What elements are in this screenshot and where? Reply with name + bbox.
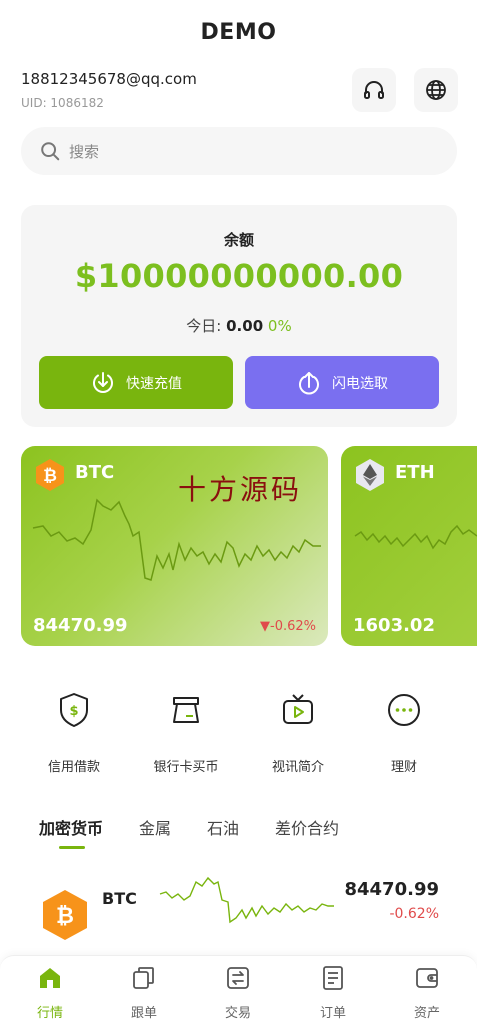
today-label: 今日: [186,317,222,335]
quick-action-label: 视讯简介 [271,760,324,775]
coin-change: ▼-0.62% [260,619,316,634]
row-change: -0.62% [389,906,439,922]
app-title: DEMO [200,20,277,45]
tab-metals[interactable]: 金属 [139,815,171,839]
tab-oil[interactable]: 石油 [207,815,239,839]
order-icon [323,966,343,990]
withdraw-button[interactable]: 闪电选取 [245,356,439,409]
bitcoin-icon: ₿ [36,459,64,491]
coin-price: 1603.02 [353,615,435,636]
nav-item-copy-trade[interactable]: 跟单 [114,964,174,1021]
quick-action-video-intro[interactable]: 视讯简介 [248,690,348,775]
quick-action-wealth[interactable]: 理财 [354,690,454,775]
globe-icon [426,80,446,100]
card-terminal-icon [173,697,199,723]
svg-text:₿: ₿ [43,466,57,486]
nav-item-orders[interactable]: 订单 [303,964,363,1021]
quick-action-label: 理财 [390,760,417,775]
headphones-icon [364,81,384,99]
nav-label: 跟单 [130,1006,157,1021]
balance-amount: $10000000000.00 [74,257,404,295]
bottom-nav: 行情 跟单 交易 订单 资产 [0,955,477,1024]
nav-item-trade[interactable]: 交易 [208,964,268,1021]
home-icon [40,968,60,988]
coin-name: BTC [75,462,115,483]
today-pnl: 今日: 0.00 0% [21,315,457,336]
quick-action-label: 信用借款 [47,760,100,775]
row-coin-name: BTC [102,889,137,908]
language-button[interactable] [414,68,458,112]
more-dots-icon [388,694,420,726]
user-uid: UID: 1086182 [21,96,104,110]
nav-label: 订单 [319,1006,346,1021]
svg-text:₿: ₿ [56,904,74,929]
nav-label: 资产 [413,1006,440,1021]
user-email: 18812345678@qq.com [21,70,197,88]
today-pct: 0% [267,317,292,335]
ethereum-icon [356,459,384,491]
copy-icon [133,967,154,989]
search-icon [41,142,60,161]
balance-card: 余额 $10000000000.00 今日: 0.00 0% 快速充值 闪电选取 [21,205,457,427]
nav-label: 行情 [36,1006,63,1021]
today-value: 0.00 [226,317,264,335]
wallet-icon [416,968,438,988]
balance-label: 余额 [223,231,254,249]
search-placeholder: 搜索 [69,142,100,161]
coin-card-btc[interactable]: ₿ BTC 十方源码 84470.99 ▼-0.62% [21,446,328,646]
row-sparkline [159,876,334,924]
download-circle-icon [93,371,113,393]
market-tabs: 加密货币 金属 石油 差价合约 [39,815,339,839]
deposit-label: 快速充值 [126,375,182,392]
list-item[interactable]: ₿ BTC 84470.99 -0.62% [0,870,477,950]
nav-item-market[interactable]: 行情 [20,964,80,1021]
exchange-icon [227,967,249,989]
coin-card-eth[interactable]: ETH 1603.02 [341,446,477,646]
eth-sparkline [354,524,477,550]
shield-dollar-icon: $ [60,693,88,727]
svg-text:$: $ [69,704,78,719]
coin-price: 84470.99 [33,615,128,636]
nav-label: 交易 [224,1006,251,1021]
upload-circle-icon [299,371,319,394]
quick-action-credit-loan[interactable]: $ 信用借款 [24,690,124,775]
row-price: 84470.99 [344,879,439,900]
tab-cfd[interactable]: 差价合约 [275,815,339,839]
deposit-button[interactable]: 快速充值 [39,356,233,409]
tab-crypto[interactable]: 加密货币 [39,815,103,839]
btc-sparkline [32,498,321,581]
search-input[interactable]: 搜索 [21,127,457,175]
bitcoin-icon: ₿ [43,890,87,940]
nav-item-assets[interactable]: 资产 [397,964,457,1021]
quick-action-label: 银行卡买币 [153,760,219,775]
withdraw-label: 闪电选取 [332,375,388,392]
coin-name: ETH [395,462,435,483]
tv-play-icon [283,694,313,724]
customer-service-button[interactable] [352,68,396,112]
active-tab-indicator [59,846,85,849]
quick-action-bank-card[interactable]: 银行卡买币 [136,690,236,775]
